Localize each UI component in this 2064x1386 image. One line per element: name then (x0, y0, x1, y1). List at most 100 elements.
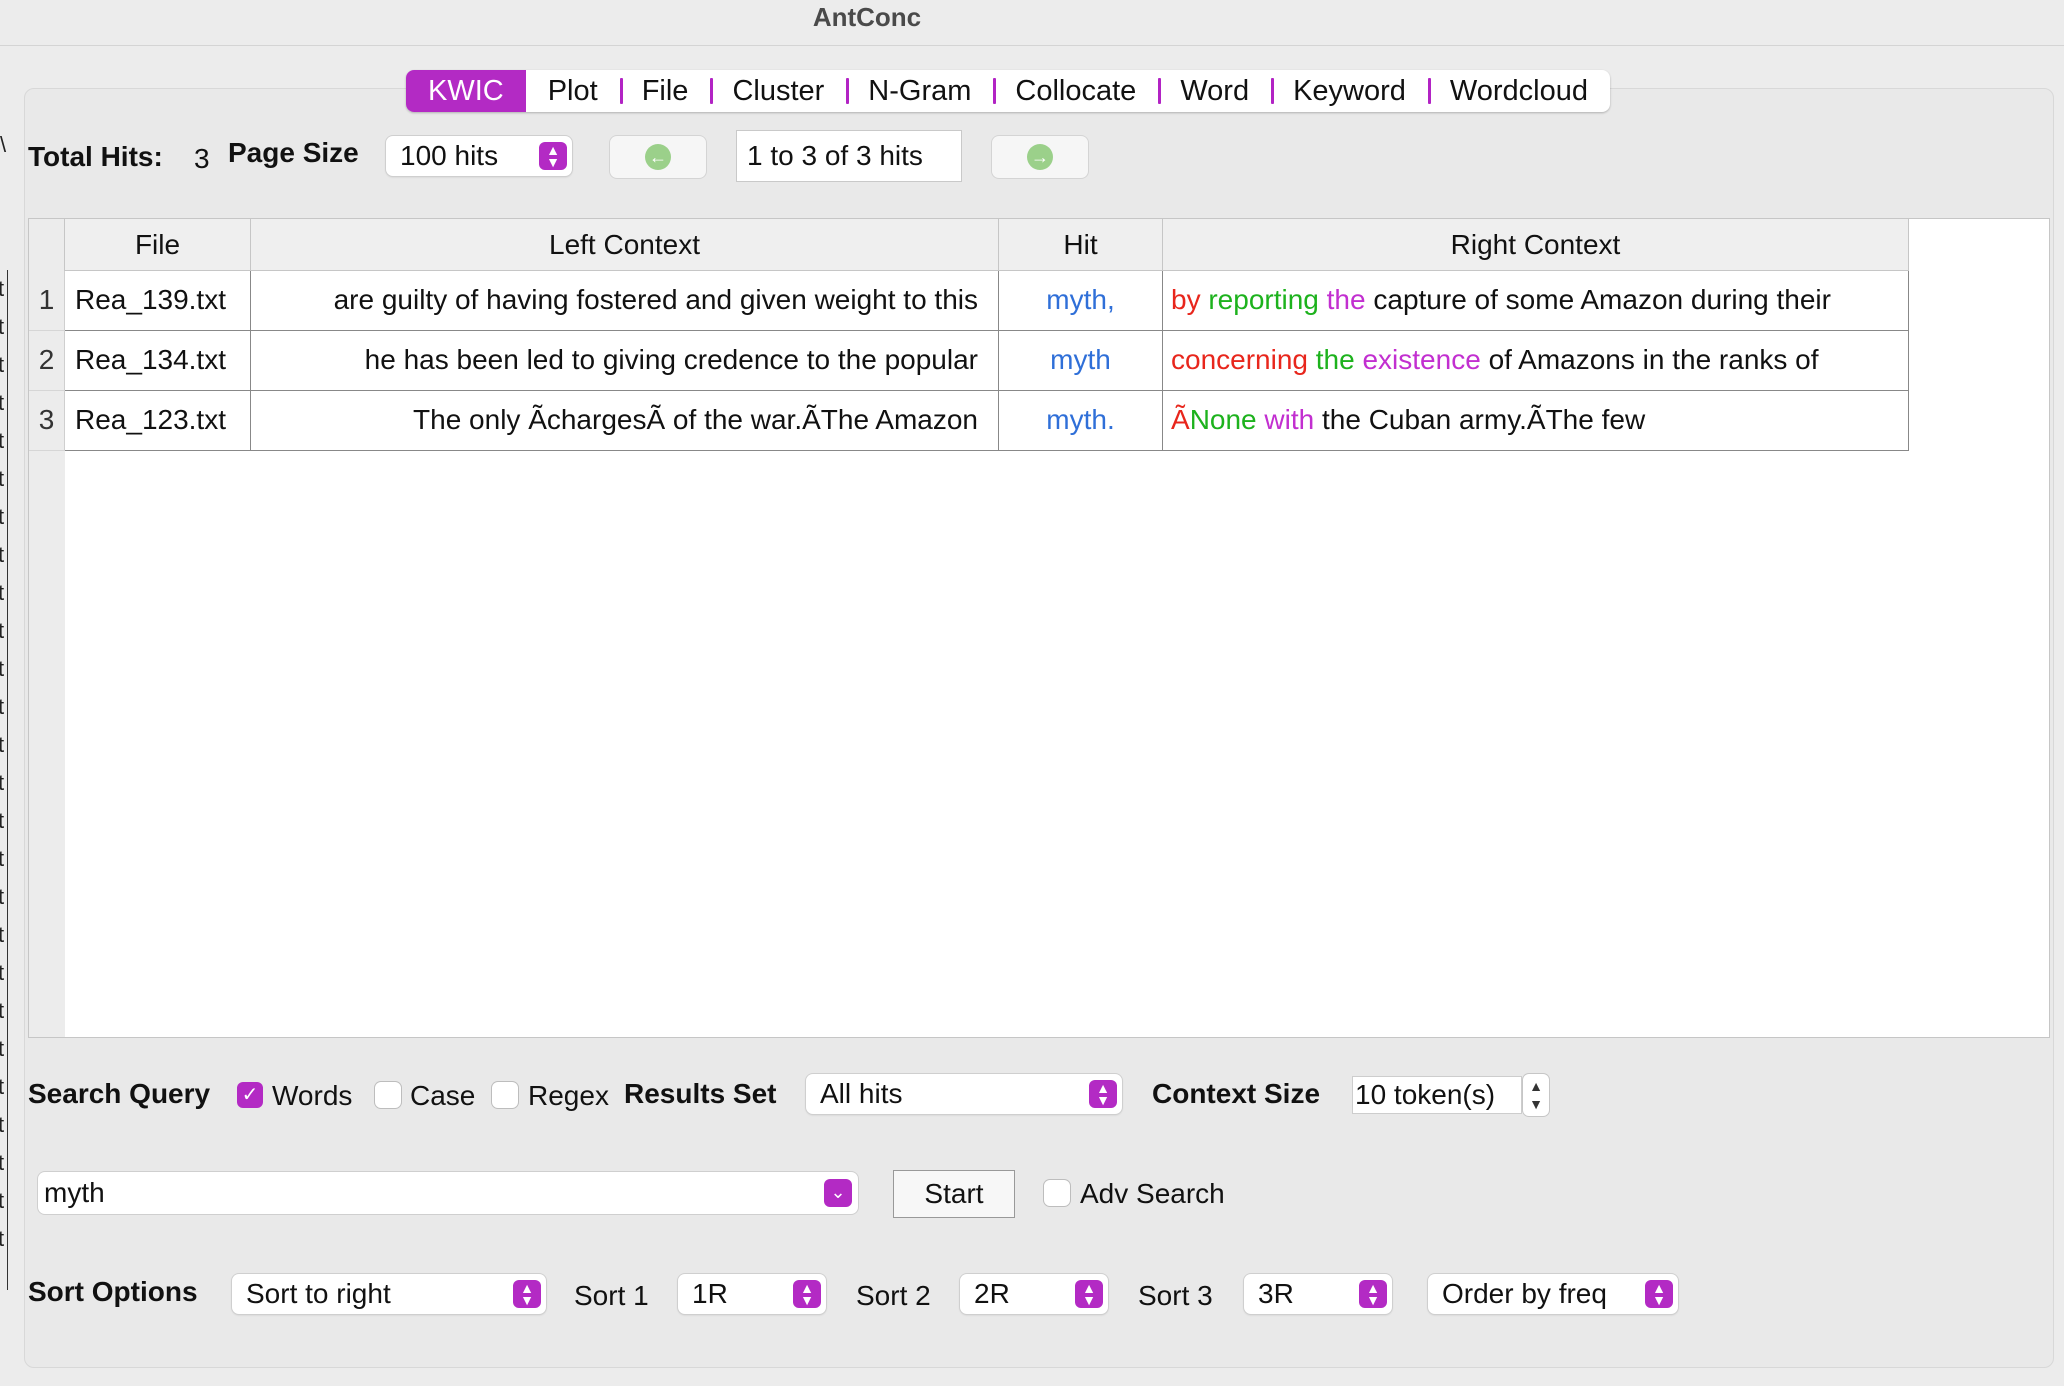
sort2-value: 2R (974, 1278, 1010, 1309)
left-edge-glyph: t (0, 808, 5, 833)
words-checkbox[interactable]: ✓ (237, 1082, 263, 1108)
column-header-right-context[interactable]: Right Context (1163, 219, 1909, 271)
table-row[interactable]: 1 Rea_139.txt are guilty of having fostere… (29, 271, 1909, 331)
sort1-value: 1R (692, 1278, 728, 1309)
search-query-input[interactable]: myth ⌄ (38, 1172, 858, 1214)
window-titlebar: AntConc (0, 0, 2064, 46)
file-cell[interactable]: Rea_134.txt (65, 331, 251, 391)
tab-wordcloud[interactable]: Wordcloud (1427, 70, 1610, 112)
tab-keyword[interactable]: Keyword (1271, 70, 1428, 112)
next-page-button[interactable]: → (992, 136, 1088, 178)
context-token: with (1264, 404, 1315, 435)
search-query-label: Search Query (28, 1078, 211, 1109)
kwic-results-table[interactable]: File Left Context Hit Right Context 1 Rea… (28, 218, 2050, 1038)
context-size-stepper[interactable]: ▲ ▼ (1523, 1074, 1549, 1116)
context-token: Ã (1171, 404, 1190, 435)
context-token: the (1326, 284, 1366, 315)
left-edge-glyph: t (0, 1112, 5, 1137)
context-token: of Amazons in the ranks of (1488, 344, 1819, 375)
right-context-cell[interactable]: by reporting the capture of some Amazon … (1163, 271, 1909, 331)
order-value: Order by freq (1442, 1278, 1607, 1309)
regex-label: Regex (528, 1080, 609, 1111)
left-edge-glyph: t (0, 846, 5, 871)
page-size-value: 100 hits (400, 140, 499, 171)
context-token: the (1315, 344, 1355, 375)
hit-cell[interactable]: myth. (999, 391, 1163, 451)
results-set-select[interactable]: All hits ▲ ▼ (806, 1074, 1122, 1114)
tab-kwic[interactable]: KWIC (406, 70, 526, 112)
file-cell[interactable]: Rea_139.txt (65, 271, 251, 331)
results-set-label: Results Set (624, 1078, 777, 1109)
right-context-cell[interactable]: concerning the existence of Amazons in t… (1163, 331, 1909, 391)
left-edge-glyph: \ (0, 132, 7, 157)
table-row[interactable]: 3 Rea_123.txt The only ÃchargesÃ of the wa… (29, 391, 1909, 451)
adv-search-checkbox[interactable] (1044, 1180, 1070, 1206)
context-token: existence (1362, 344, 1481, 375)
column-header-file[interactable]: File (65, 219, 251, 271)
context-token: the Cuban army.ÃThe few (1321, 404, 1646, 435)
page-size-select[interactable]: 100 hits ▲ ▼ (386, 136, 572, 176)
sort3-value: 3R (1258, 1278, 1294, 1309)
arrow-right-icon: → (1027, 144, 1053, 170)
row-num-header (29, 219, 65, 271)
sort1-label: Sort 1 (574, 1280, 649, 1311)
tab-plot[interactable]: Plot (526, 70, 620, 112)
left-edge-glyph: t (0, 922, 5, 947)
left-context-cell[interactable]: he has been led to giving credence to th… (251, 331, 999, 391)
left-context-cell[interactable]: The only ÃchargesÃ of the war.ÃThe Amazo… (251, 391, 999, 451)
order-select[interactable]: Order by freq ▲ ▼ (1428, 1274, 1678, 1314)
case-checkbox[interactable] (375, 1082, 401, 1108)
left-context-cell[interactable]: are guilty of having fostered and given … (251, 271, 999, 331)
updown-icon: ▲ ▼ (1359, 1280, 1387, 1308)
left-edge-glyph: t (0, 998, 5, 1023)
left-edge-glyph: t (0, 1150, 5, 1175)
regex-checkbox[interactable] (492, 1082, 518, 1108)
table-header: File Left Context Hit Right Context (29, 219, 1909, 271)
sort3-label: Sort 3 (1138, 1280, 1213, 1311)
table-row[interactable]: 2 Rea_134.txt he has been led to giving cr… (29, 331, 1909, 391)
column-header-hit[interactable]: Hit (999, 219, 1163, 271)
tab-file[interactable]: File (619, 70, 711, 112)
column-header-left-context[interactable]: Left Context (251, 219, 999, 271)
sort2-select[interactable]: 2R ▲ ▼ (960, 1274, 1108, 1314)
sort1-select[interactable]: 1R ▲ ▼ (678, 1274, 826, 1314)
tab-n-gram[interactable]: N-Gram (846, 70, 993, 112)
tab-cluster[interactable]: Cluster (710, 70, 846, 112)
sort-options-select[interactable]: Sort to right ▲ ▼ (232, 1274, 546, 1314)
total-hits-value: 3 (194, 143, 210, 174)
total-hits-label: Total Hits: (28, 141, 163, 172)
left-edge-glyph: t (0, 314, 5, 339)
row-number: 2 (29, 331, 65, 391)
hit-cell[interactable]: myth (999, 331, 1163, 391)
context-token: capture of some Amazon during their (1373, 284, 1831, 315)
hits-range-display: 1 to 3 of 3 hits (736, 130, 962, 182)
checkmark-icon: ✓ (241, 1084, 259, 1106)
start-button[interactable]: Start (893, 1170, 1015, 1218)
updown-icon: ▲ ▼ (513, 1280, 541, 1308)
left-edge-glyph: t (0, 694, 5, 719)
page-size-label: Page Size (228, 137, 359, 168)
updown-icon: ▲ ▼ (539, 142, 567, 170)
prev-page-button[interactable]: ← (610, 136, 706, 178)
arrow-left-icon: ← (645, 144, 671, 170)
sort3-select[interactable]: 3R ▲ ▼ (1244, 1274, 1392, 1314)
row-number: 1 (29, 271, 65, 331)
left-edge-glyph: t (0, 504, 5, 529)
right-context-cell[interactable]: ÃNone with the Cuban army.ÃThe few (1163, 391, 1909, 451)
context-size-field[interactable]: 10 token(s) (1352, 1076, 1522, 1114)
sort2-label: Sort 2 (856, 1280, 931, 1311)
context-token: by (1171, 284, 1201, 315)
hit-cell[interactable]: myth, (999, 271, 1163, 331)
file-cell[interactable]: Rea_123.txt (65, 391, 251, 451)
left-edge-glyph: t (0, 352, 5, 377)
tab-word[interactable]: Word (1158, 70, 1271, 112)
adv-search-label: Adv Search (1080, 1178, 1225, 1209)
left-edge-glyph: t (0, 732, 5, 757)
chevron-down-icon[interactable]: ⌄ (824, 1179, 852, 1207)
context-token: concerning (1171, 344, 1308, 375)
left-edge-glyph: t (0, 1188, 5, 1213)
context-token: None (1189, 404, 1257, 435)
tab-collocate[interactable]: Collocate (993, 70, 1158, 112)
left-edge-glyph: t (0, 618, 5, 643)
updown-icon: ▲ ▼ (1075, 1280, 1103, 1308)
